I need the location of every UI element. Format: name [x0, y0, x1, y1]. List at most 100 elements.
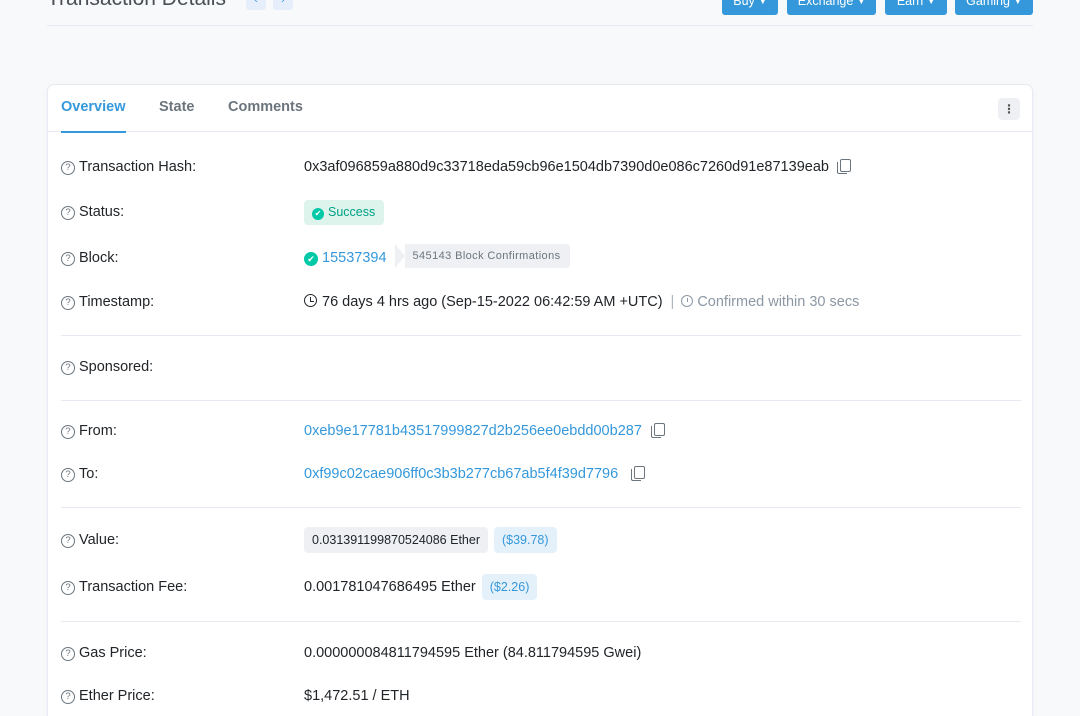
tab-comments[interactable]: Comments — [228, 99, 303, 131]
chevron-down-icon: ▼ — [927, 0, 936, 6]
label-text: Ether Price: — [79, 688, 155, 704]
label-text: Timestamp: — [79, 294, 155, 310]
timestamp-value: 76 days 4 hrs ago (Sep-15-2022 06:42:59 … — [304, 294, 859, 310]
prev-transaction-button[interactable]: ‹ — [246, 0, 266, 10]
earn-button-label: Earn — [896, 0, 924, 8]
row-status: ? Status: ✔ Success — [61, 200, 1021, 225]
row-ether-price: ? Ether Price: $1,472.51 / ETH — [61, 685, 1021, 709]
gaming-button[interactable]: Gaming ▼ — [955, 0, 1033, 15]
exchange-button-label: Exchange — [797, 0, 854, 8]
status-text: Success — [328, 205, 376, 219]
question-icon[interactable]: ? — [61, 581, 75, 595]
question-icon[interactable]: ? — [61, 534, 75, 548]
tx-hash-text: 0x3af096859a880d9c33718eda59cb96e1504db7… — [304, 159, 829, 175]
label-text: Status: — [79, 204, 125, 220]
label-text: To: — [79, 466, 99, 482]
fee-usd-badge: ($2.26) — [481, 574, 538, 600]
check-circle-icon: ✔ — [304, 252, 318, 266]
ether-price-label: ? Ether Price: — [61, 688, 155, 704]
row-transaction-hash: ? Transaction Hash: 0x3af096859a880d9c337… — [61, 156, 1021, 180]
row-to: ? To: 0xf99c02cae906ff0c3b3b277cb67ab5f4f… — [61, 463, 1021, 487]
copy-icon[interactable] — [631, 466, 646, 481]
divider — [61, 400, 1021, 401]
question-icon[interactable]: ? — [61, 647, 75, 661]
question-icon[interactable]: ? — [61, 161, 75, 175]
transaction-card: Overview State Comments ⋮ ? Transaction H… — [47, 84, 1033, 716]
divider — [61, 335, 1021, 336]
copy-icon[interactable] — [836, 159, 851, 174]
tab-bar: Overview State Comments ⋮ — [48, 85, 1032, 133]
transaction-fee-label: ? Transaction Fee: — [61, 579, 187, 595]
timestamp-text: 76 days 4 hrs ago (Sep-15-2022 06:42:59 … — [322, 294, 663, 310]
from-label: ? From: — [61, 423, 117, 439]
usd-value-badge: ($39.78) — [493, 527, 557, 553]
to-address-link[interactable]: 0xf99c02cae906ff0c3b3b277cb67ab5f4f39d77… — [304, 466, 618, 482]
from-address-link[interactable]: 0xeb9e17781b43517999827d2b256ee0ebdd00b2… — [304, 423, 642, 439]
gas-price-label: ? Gas Price: — [61, 645, 147, 661]
label-text: Transaction Fee: — [79, 579, 188, 595]
row-sponsored: ? Sponsored: — [61, 356, 1021, 380]
question-icon[interactable]: ? — [61, 252, 75, 266]
question-icon[interactable]: ? — [61, 206, 75, 220]
question-icon[interactable]: ? — [61, 468, 75, 482]
timestamp-label: ? Timestamp: — [61, 294, 154, 310]
status-badge: ✔ Success — [304, 200, 385, 225]
separator: | — [670, 294, 675, 310]
label-text: Gas Price: — [79, 645, 147, 661]
to-label: ? To: — [61, 466, 98, 482]
next-transaction-button[interactable]: › — [273, 0, 293, 10]
question-icon[interactable]: ? — [61, 690, 75, 704]
buy-button-label: Buy — [733, 0, 755, 8]
sponsored-label: ? Sponsored: — [61, 359, 153, 375]
earn-button[interactable]: Earn ▼ — [885, 0, 947, 15]
confirmed-within-text: Confirmed within 30 secs — [697, 294, 860, 310]
row-transaction-fee: ? Transaction Fee: 0.001781047686495 Ethe… — [61, 574, 1021, 600]
from-value: 0xeb9e17781b43517999827d2b256ee0ebdd00b2… — [304, 423, 665, 439]
tab-overview[interactable]: Overview — [61, 99, 126, 133]
exchange-button[interactable]: Exchange ▼ — [787, 0, 876, 15]
row-value: ? Value: 0.031391199870524086 Ether ($39.7… — [61, 527, 1021, 553]
transaction-fee-value: 0.001781047686495 Ether ($2.26) — [304, 574, 538, 600]
chevron-down-icon: ▼ — [1013, 0, 1022, 6]
chevron-down-icon: ▼ — [758, 0, 767, 6]
more-options-icon[interactable]: ⋮ — [998, 98, 1020, 120]
ether-value-badge: 0.031391199870524086 Ether — [304, 527, 488, 553]
check-circle-icon: ✔ — [312, 208, 324, 220]
page-header: Transaction Details ‹ › Buy▼ Exchange▼ E… — [47, 0, 1033, 26]
label-text: Sponsored: — [79, 359, 154, 375]
question-icon[interactable]: ? — [61, 361, 75, 375]
transaction-hash-value: 0x3af096859a880d9c33718eda59cb96e1504db7… — [304, 159, 851, 175]
label-text: Transaction Hash: — [79, 159, 197, 175]
block-value: ✔ 15537394 545143 Block Confirmations — [304, 244, 570, 268]
label-text: Value: — [79, 532, 120, 548]
value-label: ? Value: — [61, 532, 119, 548]
row-from: ? From: 0xeb9e17781b43517999827d2b256ee0e… — [61, 420, 1021, 444]
status-value: ✔ Success — [304, 200, 385, 225]
label-text: From: — [79, 423, 117, 439]
row-gas-price: ? Gas Price: 0.000000084811794595 Ether (… — [61, 642, 1021, 666]
buy-button[interactable]: Buy ▼ — [722, 0, 778, 15]
row-block: ? Block: ✔ 15537394 545143 Block Confirmati… — [61, 244, 1021, 271]
page-title: Transaction Details — [47, 0, 226, 11]
question-icon[interactable]: ? — [61, 296, 75, 310]
ether-price-value: $1,472.51 / ETH — [304, 688, 410, 704]
divider — [61, 507, 1021, 508]
tab-state[interactable]: State — [159, 99, 194, 131]
block-confirmations-badge: 545143 Block Confirmations — [394, 244, 570, 268]
value-value: 0.031391199870524086 Ether ($39.78) — [304, 527, 557, 553]
transaction-hash-label: ? Transaction Hash: — [61, 159, 196, 175]
label-text: Block: — [79, 250, 119, 266]
block-label: ? Block: — [61, 250, 119, 266]
status-label: ? Status: — [61, 204, 124, 220]
clock-icon — [304, 294, 317, 307]
fee-text: 0.001781047686495 Ether — [304, 579, 476, 595]
copy-icon[interactable] — [650, 423, 665, 438]
block-number-link[interactable]: 15537394 — [322, 250, 387, 266]
row-timestamp: ? Timestamp: 76 days 4 hrs ago (Sep-15-20… — [61, 291, 1021, 315]
to-value: 0xf99c02cae906ff0c3b3b277cb67ab5f4f39d77… — [304, 466, 646, 482]
gaming-button-label: Gaming — [966, 0, 1010, 8]
chevron-down-icon: ▼ — [857, 0, 866, 6]
question-icon[interactable]: ? — [61, 425, 75, 439]
divider — [61, 621, 1021, 622]
gas-price-value: 0.000000084811794595 Ether (84.811794595… — [304, 645, 642, 661]
